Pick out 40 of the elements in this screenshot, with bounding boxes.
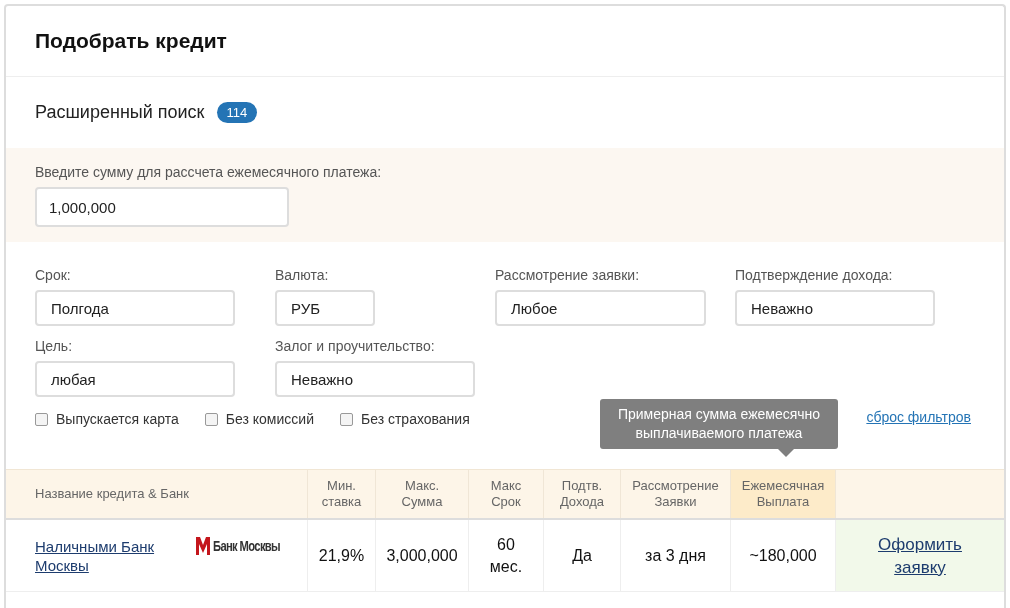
field-label: Введите сумму для рассчета ежемесячного платежа: bbox=[35, 164, 383, 180]
checkbox-label: Без комиссий bbox=[225, 411, 314, 427]
checkbox-label: Без страхования bbox=[360, 411, 470, 427]
page-title: Подобрать кредит bbox=[35, 29, 227, 53]
select-field[interactable]: любая bbox=[35, 361, 235, 397]
select-field[interactable]: Неважно bbox=[735, 290, 935, 326]
checkbox-label: Выпускается карта bbox=[56, 411, 179, 427]
table-cell: 3,000,000 bbox=[375, 520, 468, 591]
table-cell: за 3 дня bbox=[620, 520, 730, 591]
field-label: Валюта: bbox=[275, 267, 330, 283]
checkbox[interactable] bbox=[204, 412, 218, 426]
tooltip-arrow-icon bbox=[778, 449, 794, 457]
advanced-search-label: Расширенный поиск bbox=[35, 102, 205, 123]
field-label: Срок: bbox=[35, 267, 72, 283]
select-field[interactable]: Любое bbox=[495, 290, 706, 326]
checkbox[interactable] bbox=[339, 412, 353, 426]
checkbox[interactable] bbox=[35, 412, 48, 426]
amount-field[interactable]: 1,000,000 bbox=[35, 187, 289, 227]
reset-filters-link[interactable]: сброс фильтров bbox=[866, 409, 971, 425]
bank-logo-text: Банк Москвы bbox=[213, 537, 281, 554]
column-header: Ежемесячная Выплата bbox=[730, 470, 835, 518]
select-field[interactable]: Неважно bbox=[275, 361, 475, 397]
field-label: Подтверждение дохода: bbox=[735, 267, 894, 283]
select-field[interactable]: РУБ bbox=[275, 290, 375, 326]
credit-name-link[interactable]: Наличными Банк Москвы bbox=[35, 536, 175, 575]
tooltip: Примерная сумма ежемесячно выплачиваемого платежа bbox=[600, 399, 838, 449]
column-header: Подтв. Дохода bbox=[543, 470, 620, 518]
column-header: Название кредита & Банк bbox=[34, 485, 190, 503]
count-badge: 114 bbox=[216, 102, 258, 123]
field-label: Цель: bbox=[35, 338, 74, 354]
table-cell: 21,9% bbox=[307, 520, 375, 591]
table-cell: Да bbox=[543, 520, 620, 591]
column-header: Макс. Сумма bbox=[375, 470, 468, 518]
bank-logo-icon bbox=[196, 536, 211, 555]
column-header: Мин. ставка bbox=[307, 470, 375, 518]
table-cell: 60 мес. bbox=[468, 520, 543, 591]
select-field[interactable]: Полгода bbox=[35, 290, 235, 326]
field-label: Рассмотрение заявки: bbox=[495, 267, 641, 283]
field-label: Залог и проучительство: bbox=[275, 338, 436, 354]
column-header: Макс Срок bbox=[468, 470, 543, 518]
